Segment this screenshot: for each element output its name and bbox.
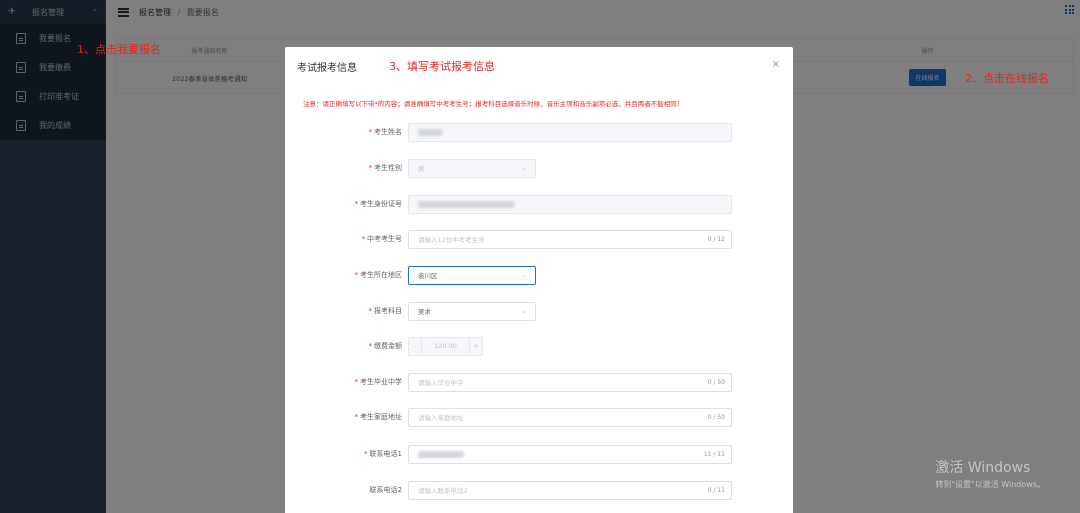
form-label: * 考生所在地区 (354, 271, 403, 279)
phone1-input[interactable]: 11 / 11 (408, 444, 732, 464)
form-label: * 考生家庭地址 (354, 413, 403, 421)
redacted-value (418, 128, 442, 136)
form-row-name: * 考生姓名 (285, 122, 793, 142)
dialog-title: 考试报考信息 (297, 63, 357, 74)
address-input[interactable]: 请输入家庭地址 0 / 50 (408, 407, 732, 427)
form-label: * 联系电话1 (364, 450, 402, 458)
form-row-phone2: 联系电话2 请输入联系电话2 0 / 11 (285, 480, 793, 500)
idcard-field[interactable] (408, 194, 732, 214)
form-label: * 考生身份证号 (354, 200, 403, 208)
form-row-fee: * 缴费金额 - 120.00 + (285, 336, 793, 356)
annotation-step1: 1、点击我要报名 (77, 43, 161, 56)
form-label: * 缴费金额 (368, 342, 403, 350)
form-row-region: * 考生所在地区 袁川区 ⌄ (285, 265, 793, 285)
region-select[interactable]: 袁川区 ⌄ (408, 265, 536, 285)
form-row-school: * 考生毕业中学 请输入毕业中学 0 / 50 (285, 372, 793, 392)
char-counter: 11 / 11 (703, 450, 725, 458)
chevron-down-icon: ⌄ (521, 307, 527, 315)
redacted-value (418, 450, 464, 458)
school-input[interactable]: 请输入毕业中学 0 / 50 (408, 372, 732, 392)
exam-number-input[interactable]: 请输入12位中考考生号 0 / 12 (408, 229, 732, 249)
notice-text: 注意：请正确填写以下带*的内容；请准确填写中考考生号；报考科目选择音乐时候，音乐… (303, 100, 684, 108)
form-row-gender: * 考生性别 男 ⌄ (285, 158, 793, 178)
annotation-step2: 2、点击在线报名 (965, 72, 1049, 85)
form-label: * 考生毕业中学 (354, 378, 403, 386)
chevron-down-icon: ⌄ (521, 271, 527, 279)
form-label: * 考生性别 (368, 164, 403, 172)
char-counter: 0 / 11 (707, 486, 725, 494)
windows-activation-watermark: 激活 Windows 转到"设置"以激活 Windows。 (935, 460, 1045, 489)
name-field[interactable] (408, 122, 732, 142)
phone2-input[interactable]: 请输入联系电话2 0 / 11 (408, 480, 732, 500)
form-label: * 报考科目 (368, 307, 403, 315)
form-row-idcard: * 考生身份证号 (285, 194, 793, 214)
char-counter: 0 / 50 (707, 378, 725, 386)
increment-button[interactable]: + (469, 337, 482, 355)
form-row-phone1: * 联系电话1 11 / 11 (285, 444, 793, 464)
redacted-value (418, 200, 514, 208)
form-row-exam-no: * 中考考生号 请输入12位中考考生号 0 / 12 (285, 229, 793, 249)
form-row-subject: * 报考科目 美术 ⌄ (285, 301, 793, 321)
char-counter: 0 / 50 (707, 413, 725, 421)
form-label: 联系电话2 (369, 486, 402, 494)
form-label: * 中考考生号 (361, 235, 403, 243)
chevron-down-icon: ⌄ (521, 164, 527, 172)
gender-select[interactable]: 男 ⌄ (408, 158, 536, 178)
close-icon[interactable]: × (772, 59, 780, 70)
exam-registration-dialog: 考试报考信息 3、填写考试报考信息 × 注意：请正确填写以下带*的内容；请准确填… (285, 47, 793, 513)
form-label: * 考生姓名 (368, 128, 403, 136)
fee-stepper[interactable]: - 120.00 + (408, 336, 483, 356)
subject-select[interactable]: 美术 ⌄ (408, 301, 536, 321)
char-counter: 0 / 12 (707, 235, 725, 243)
annotation-step3: 3、填写考试报考信息 (389, 60, 495, 73)
fee-value: 120.00 (434, 342, 457, 350)
form-row-address: * 考生家庭地址 请输入家庭地址 0 / 50 (285, 407, 793, 427)
decrement-button[interactable]: - (409, 337, 422, 355)
